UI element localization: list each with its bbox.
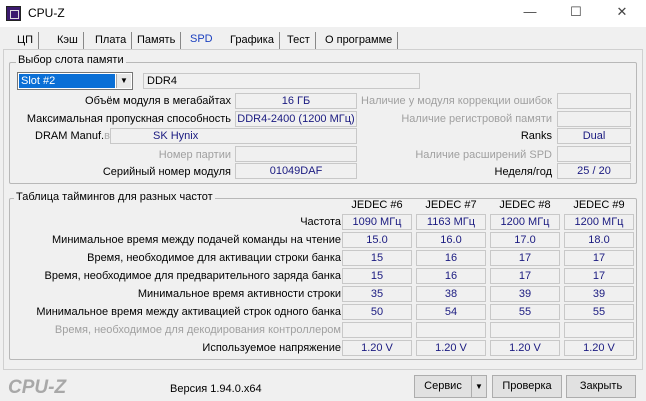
chevron-down-icon[interactable]: ▼ (116, 74, 131, 88)
timing-value-cell (342, 322, 412, 338)
minimize-button[interactable]: — (520, 4, 540, 22)
ecc-label: Наличие у модуля коррекции ошибок (361, 95, 552, 107)
timing-row-label: Время, необходимое для декодирования кон… (54, 324, 341, 336)
timings-group-label: Таблица таймингов для разных частот (14, 191, 215, 203)
module-size-field: 16 ГБ (235, 93, 357, 109)
timing-value-cell: 1200 МГц (564, 214, 634, 230)
timing-value-cell: 39 (564, 286, 634, 302)
tab-memory[interactable]: Память (132, 32, 182, 49)
timing-value-cell: 16 (416, 268, 486, 284)
serial-number-label: Серийный номер модуля (102, 166, 231, 178)
tools-dropdown-arrow-icon[interactable]: ▼ (471, 375, 487, 398)
cpu-z-app-icon (6, 6, 21, 21)
timing-row-label: Минимальное время между активацией строк… (36, 306, 341, 318)
timing-value-cell: 55 (490, 304, 560, 320)
ecc-field (557, 93, 631, 109)
tab-bench[interactable]: Тест (282, 32, 316, 49)
dram-manuf-field: SK Hynix (110, 128, 357, 144)
module-size-label: Объём модуля в мегабайтах (85, 95, 231, 107)
timing-value-cell (490, 322, 560, 338)
timing-value-cell: 55 (564, 304, 634, 320)
tab-graphics[interactable]: Графика (225, 32, 280, 49)
timing-value-cell: 50 (342, 304, 412, 320)
timing-value-cell: 17 (490, 268, 560, 284)
close-window-button[interactable]: ✕ (612, 4, 632, 22)
timing-value-cell: 38 (416, 286, 486, 302)
tab-spd[interactable]: SPD (185, 31, 218, 48)
timing-value-cell: 35 (342, 286, 412, 302)
max-bandwidth-label: Максимальная пропускная способность (26, 113, 231, 125)
title-bar: CPU-Z — ☐ ✕ (0, 0, 646, 27)
week-year-field: 25 / 20 (557, 163, 631, 179)
timing-value-cell: 18.0 (564, 232, 634, 248)
timing-row-label: Время, необходимое для активации строки … (87, 252, 341, 264)
slot-group-label: Выбор слота памяти (16, 54, 126, 66)
timing-column-header: JEDEC #7 (425, 199, 477, 211)
spd-ext-field (557, 146, 631, 162)
timing-value-cell: 1.20 V (490, 340, 560, 356)
timing-column-header: JEDEC #9 (573, 199, 625, 211)
ranks-field: Dual (557, 128, 631, 144)
slot-selected-value: Slot #2 (19, 74, 115, 88)
week-year-label: Неделя/год (494, 166, 553, 178)
timing-value-cell: 15 (342, 268, 412, 284)
timing-row-label: Минимальное время активности строки (137, 288, 341, 300)
timing-row-label: Используемое напряжение (202, 342, 341, 354)
timing-value-cell: 1200 МГц (490, 214, 560, 230)
timing-value-cell: 15.0 (342, 232, 412, 248)
close-button[interactable]: Закрыть (566, 375, 636, 398)
timing-row-label: Частота (300, 216, 341, 228)
timing-value-cell: 16.0 (416, 232, 486, 248)
tools-button[interactable]: Сервис (414, 375, 472, 398)
timing-value-cell: 1.20 V (416, 340, 486, 356)
timing-value-cell: 54 (416, 304, 486, 320)
max-bandwidth-field: DDR4-2400 (1200 МГц) (235, 111, 357, 127)
timing-value-cell (416, 322, 486, 338)
window-title: CPU-Z (28, 6, 65, 20)
tab-cache[interactable]: Кэш (52, 32, 84, 49)
timing-row-label: Минимальное время между подачей команды … (52, 234, 341, 246)
tab-about[interactable]: О программе (320, 32, 399, 49)
timing-value-cell: 16 (416, 250, 486, 266)
timing-value-cell: 39 (490, 286, 560, 302)
spd-ext-label: Наличие расширений SPD (415, 149, 552, 161)
version-label: Версия 1.94.0.x64 (170, 383, 262, 395)
timing-value-cell: 1.20 V (564, 340, 634, 356)
timing-value-cell: 17 (564, 268, 634, 284)
dram-manuf-label: DRAM Manuf.вс (35, 130, 115, 142)
timing-value-cell (564, 322, 634, 338)
slot-select[interactable]: Slot #2 ▼ (17, 72, 133, 90)
timing-row-label: Время, необходимое для предварительного … (44, 270, 341, 282)
memory-type-field: DDR4 (143, 73, 420, 89)
timing-column-header: JEDEC #6 (351, 199, 403, 211)
registered-field (557, 111, 631, 127)
part-number-field (235, 146, 357, 162)
timing-value-cell: 15 (342, 250, 412, 266)
timing-value-cell: 1.20 V (342, 340, 412, 356)
ranks-label: Ranks (520, 130, 552, 142)
registered-label: Наличие регистровой памяти (401, 113, 552, 125)
maximize-button[interactable]: ☐ (566, 4, 586, 22)
tab-mainboard[interactable]: Плата (90, 32, 133, 49)
dram-manuf-label-text: DRAM Manuf. (35, 130, 105, 142)
cpu-z-logo: CPU-Z (8, 377, 67, 398)
validate-button[interactable]: Проверка (492, 375, 562, 398)
timing-column-header: JEDEC #8 (499, 199, 551, 211)
tab-cpu[interactable]: ЦП (12, 32, 40, 49)
serial-number-field: 01049DAF (235, 163, 357, 179)
timing-value-cell: 17 (490, 250, 560, 266)
part-number-label: Номер партии (158, 149, 231, 161)
timing-value-cell: 1163 МГц (416, 214, 486, 230)
timing-value-cell: 17.0 (490, 232, 560, 248)
timing-value-cell: 1090 МГц (342, 214, 412, 230)
timing-value-cell: 17 (564, 250, 634, 266)
